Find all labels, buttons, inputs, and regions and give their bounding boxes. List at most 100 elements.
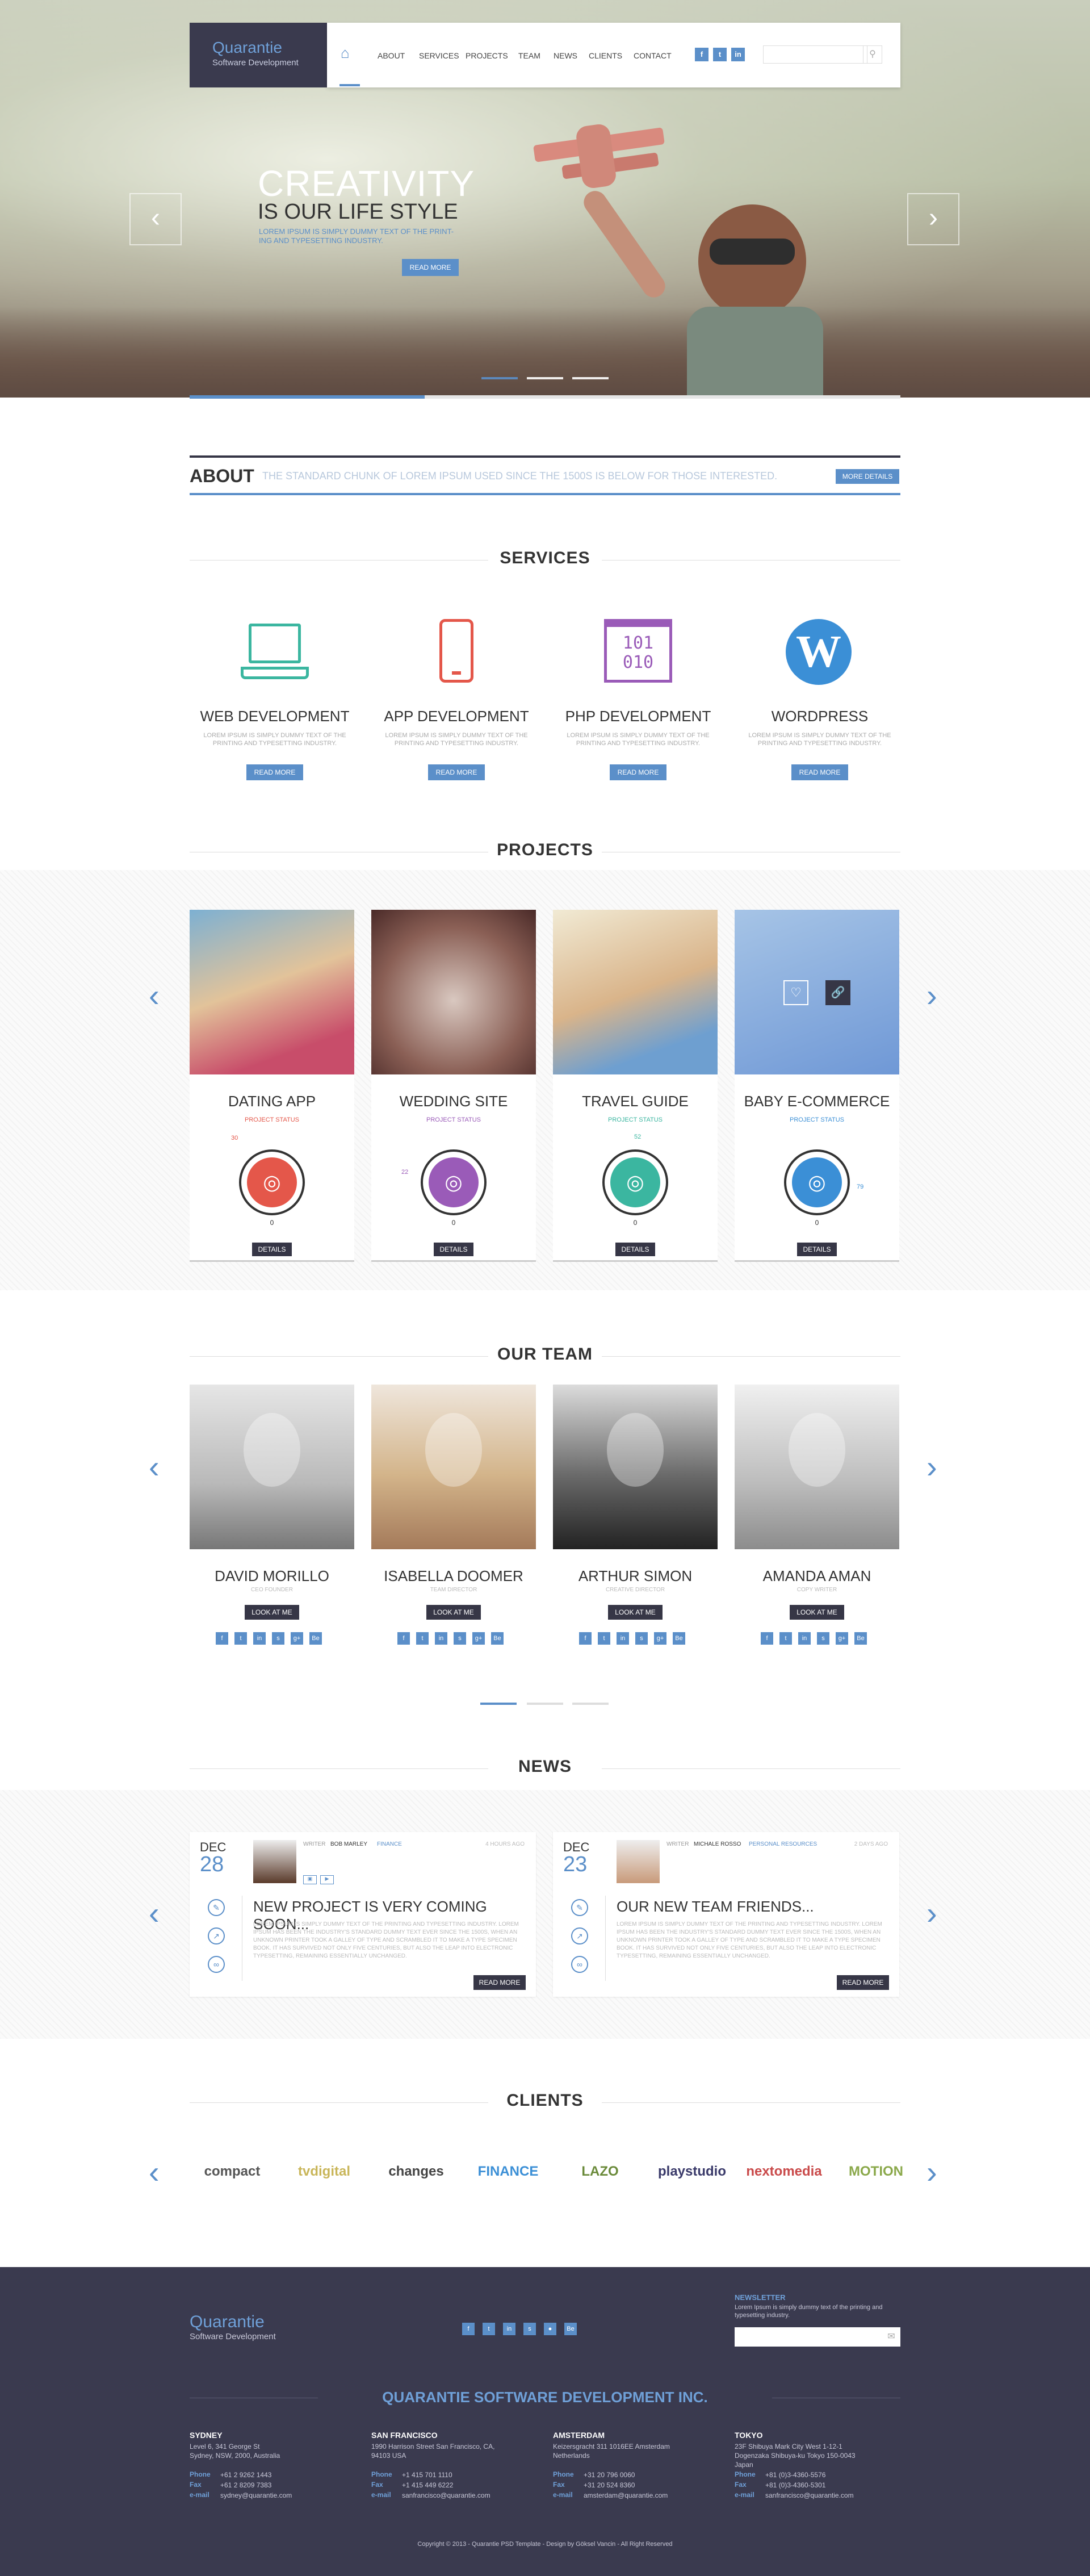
team-dot-2[interactable]	[527, 1703, 563, 1705]
office-email[interactable]: sanfrancisco@quarantie.com	[765, 2491, 854, 2500]
project-details-button[interactable]: DETAILS	[797, 1243, 837, 1256]
service-read-more-button[interactable]: READ MORE	[428, 764, 485, 780]
skype-icon[interactable]: s	[817, 1632, 829, 1645]
hero-prev-arrow[interactable]: ‹	[129, 193, 182, 245]
office-email[interactable]: sydney@quarantie.com	[220, 2491, 292, 2500]
team-dot-3[interactable]	[572, 1703, 609, 1705]
footer-skype-icon[interactable]: s	[523, 2323, 536, 2335]
image-icon[interactable]: ▣	[303, 1875, 317, 1884]
nav-clients[interactable]: CLIENTS	[589, 51, 622, 60]
nav-team[interactable]: TEAM	[518, 51, 540, 60]
service-read-more-button[interactable]: READ MORE	[246, 764, 303, 780]
client-logo[interactable]: compact	[190, 2164, 275, 2180]
share-icon[interactable]: ↗	[208, 1927, 225, 1944]
share-icon[interactable]: ↗	[571, 1927, 588, 1944]
news-next-arrow[interactable]: ›	[927, 1895, 937, 1931]
service-read-more-button[interactable]: READ MORE	[791, 764, 848, 780]
projects-prev-arrow[interactable]: ‹	[149, 977, 160, 1014]
clients-prev-arrow[interactable]: ‹	[149, 2153, 160, 2190]
footer-linkedin-icon[interactable]: in	[503, 2323, 515, 2335]
facebook-icon[interactable]: f	[695, 48, 708, 61]
slide-dot-3[interactable]	[572, 377, 609, 379]
look-at-me-button[interactable]: LOOK AT ME	[245, 1605, 299, 1620]
google-plus-icon[interactable]: g+	[836, 1632, 848, 1645]
client-logo[interactable]: changes	[374, 2164, 459, 2180]
link-icon[interactable]: ∞	[208, 1956, 225, 1973]
footer-flickr-icon[interactable]: ●	[544, 2323, 556, 2335]
behance-icon[interactable]: Be	[309, 1632, 322, 1645]
client-logo[interactable]: MOTION	[833, 2164, 919, 2180]
twitter-icon[interactable]: t	[598, 1632, 610, 1645]
comment-icon[interactable]: ✎	[208, 1899, 225, 1916]
service-read-more-button[interactable]: READ MORE	[610, 764, 666, 780]
footer-twitter-icon[interactable]: t	[483, 2323, 495, 2335]
twitter-icon[interactable]: t	[779, 1632, 792, 1645]
footer-facebook-icon[interactable]: f	[462, 2323, 475, 2335]
nav-contact[interactable]: CONTACT	[634, 51, 672, 60]
google-plus-icon[interactable]: g+	[291, 1632, 303, 1645]
hero-read-more-button[interactable]: READ MORE	[402, 259, 459, 276]
linkedin-icon[interactable]: in	[435, 1632, 447, 1645]
look-at-me-button[interactable]: LOOK AT ME	[790, 1605, 844, 1620]
team-prev-arrow[interactable]: ‹	[149, 1448, 160, 1485]
behance-icon[interactable]: Be	[491, 1632, 504, 1645]
behance-icon[interactable]: Be	[854, 1632, 867, 1645]
facebook-icon[interactable]: f	[579, 1632, 592, 1645]
nav-news[interactable]: NEWS	[554, 51, 577, 60]
project-card[interactable]: TRAVEL GUIDE PROJECT STATUS ◎ 52 0 DETAILS	[553, 910, 718, 1262]
linkedin-icon[interactable]: in	[798, 1632, 811, 1645]
about-more-details-button[interactable]: MORE DETAILS	[836, 469, 899, 484]
office-email[interactable]: sanfrancisco@quarantie.com	[402, 2491, 491, 2500]
project-details-button[interactable]: DETAILS	[434, 1243, 473, 1256]
news-category[interactable]: PERSONAL RESOURCES	[749, 1841, 817, 1847]
facebook-icon[interactable]: f	[216, 1632, 228, 1645]
project-details-button[interactable]: DETAILS	[615, 1243, 655, 1256]
clients-next-arrow[interactable]: ›	[927, 2153, 937, 2190]
facebook-icon[interactable]: f	[397, 1632, 410, 1645]
team-dot-1[interactable]	[480, 1703, 517, 1705]
news-prev-arrow[interactable]: ‹	[149, 1895, 160, 1931]
newsletter-input[interactable]	[735, 2327, 882, 2347]
video-icon[interactable]: ▶	[320, 1875, 334, 1884]
search-input[interactable]	[763, 45, 867, 64]
news-read-more-button[interactable]: READ MORE	[837, 1975, 889, 1990]
team-next-arrow[interactable]: ›	[927, 1448, 937, 1485]
like-icon[interactable]: ♡	[783, 980, 808, 1005]
client-logo[interactable]: LAZO	[557, 2164, 643, 2180]
client-logo[interactable]: playstudio	[649, 2164, 735, 2180]
nav-projects[interactable]: PROJECTS	[466, 51, 508, 60]
twitter-icon[interactable]: t	[416, 1632, 429, 1645]
projects-next-arrow[interactable]: ›	[927, 977, 937, 1014]
newsletter-submit-icon[interactable]: ✉	[882, 2327, 900, 2347]
facebook-icon[interactable]: f	[761, 1632, 773, 1645]
linkedin-icon[interactable]: in	[253, 1632, 266, 1645]
client-logo[interactable]: nextomedia	[741, 2164, 827, 2180]
look-at-me-button[interactable]: LOOK AT ME	[608, 1605, 663, 1620]
linkedin-icon[interactable]: in	[617, 1632, 629, 1645]
skype-icon[interactable]: s	[635, 1632, 648, 1645]
project-card[interactable]: ♡ 🔗 BABY E-COMMERCE PROJECT STATUS ◎ 79 0 DETAI…	[735, 910, 899, 1262]
twitter-icon[interactable]: t	[234, 1632, 247, 1645]
hero-next-arrow[interactable]: ›	[907, 193, 959, 245]
project-card[interactable]: WEDDING SITE PROJECT STATUS ◎ 22 0 DETAILS	[371, 910, 536, 1262]
skype-icon[interactable]: s	[454, 1632, 466, 1645]
linkedin-icon[interactable]: in	[731, 48, 745, 61]
news-title[interactable]: OUR NEW TEAM FRIENDS...	[617, 1898, 889, 1916]
google-plus-icon[interactable]: g+	[472, 1632, 485, 1645]
office-email[interactable]: amsterdam@quarantie.com	[584, 2491, 668, 2500]
client-logo[interactable]: tvdigital	[282, 2164, 367, 2180]
client-logo[interactable]: FINANCE	[466, 2164, 551, 2180]
twitter-icon[interactable]: t	[713, 48, 727, 61]
nav-about[interactable]: ABOUT	[378, 51, 405, 60]
news-read-more-button[interactable]: READ MORE	[473, 1975, 526, 1990]
search-icon[interactable]: ⚲	[863, 45, 882, 64]
slide-dot-1[interactable]	[481, 377, 518, 379]
home-icon[interactable]: ⌂	[341, 45, 355, 60]
news-category[interactable]: FINANCE	[377, 1841, 402, 1847]
comment-icon[interactable]: ✎	[571, 1899, 588, 1916]
project-details-button[interactable]: DETAILS	[252, 1243, 292, 1256]
link-icon[interactable]: ∞	[571, 1956, 588, 1973]
skype-icon[interactable]: s	[272, 1632, 284, 1645]
slide-dot-2[interactable]	[527, 377, 563, 379]
nav-services[interactable]: SERVICES	[419, 51, 459, 60]
